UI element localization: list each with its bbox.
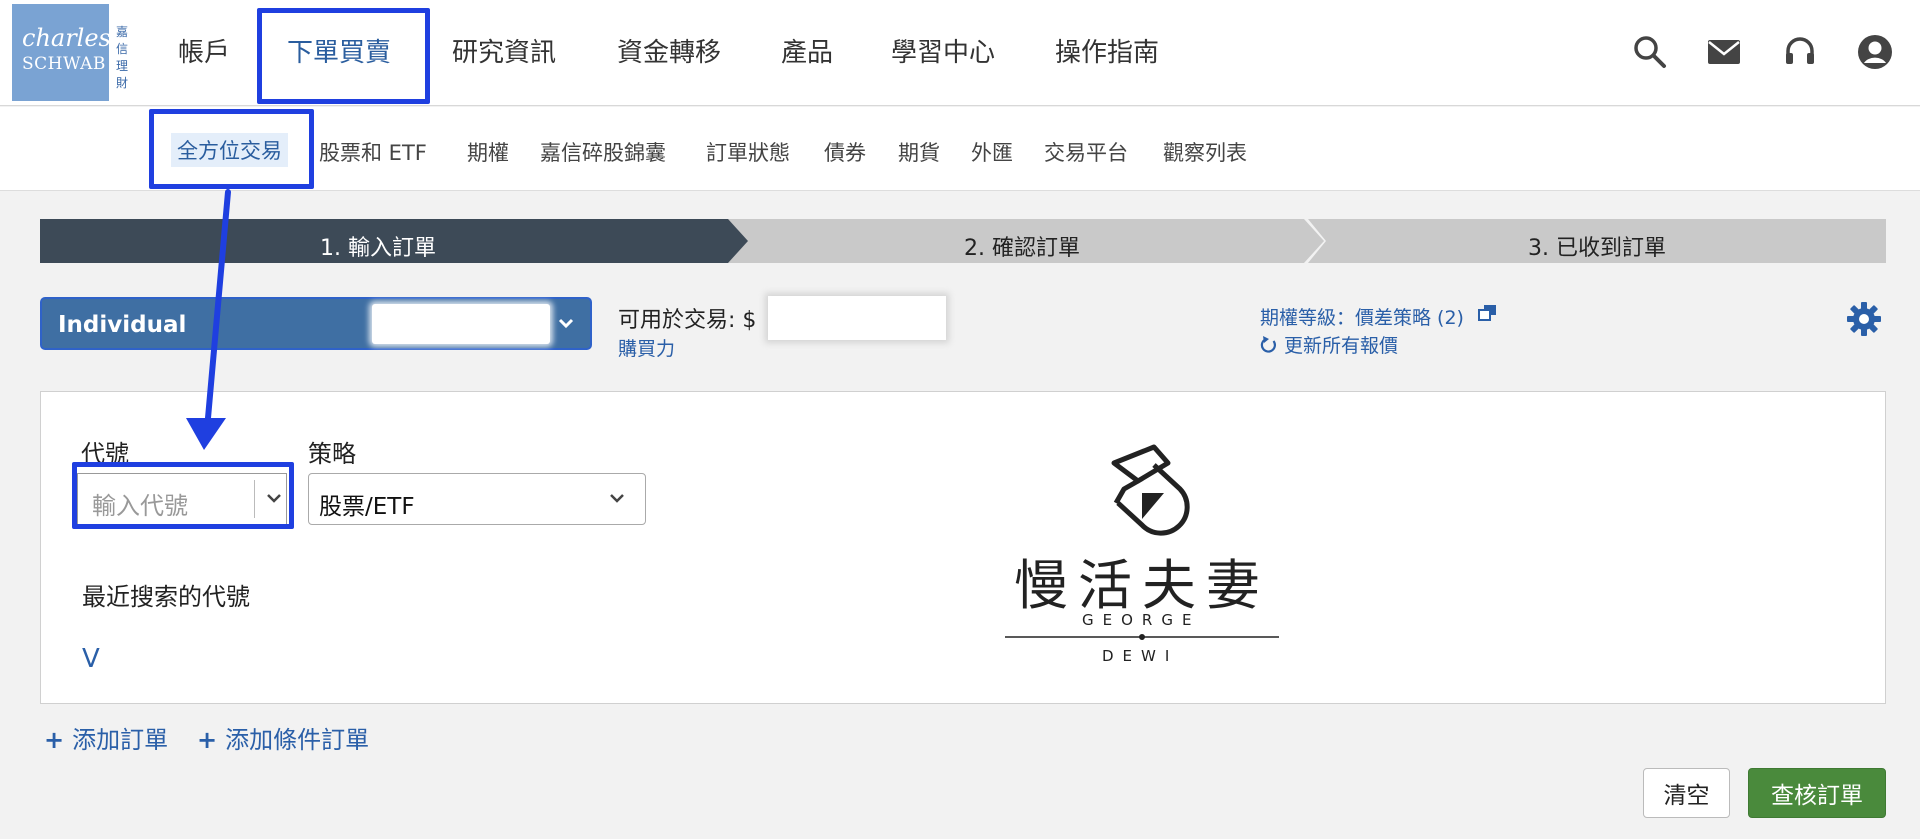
nav-item-research[interactable]: 研究資訊 [452,32,556,69]
add-conditional-order-link[interactable]: + 添加條件訂單 [197,720,369,755]
options-level-text: 期權等級：價差策略 (2) [1260,307,1464,329]
external-window-icon [1478,305,1497,321]
nav-item-transfer[interactable]: 資金轉移 [617,32,721,69]
buying-power-link[interactable]: 購買力 [618,334,675,361]
highlight-box-symbol [72,462,294,529]
logo-line1: charles [22,24,111,52]
step-3-label: 3. 已收到訂單 [1528,236,1666,261]
add-order-text: 添加訂單 [72,726,169,754]
add-conditional-text: 添加條件訂單 [225,726,370,754]
clear-button[interactable]: 清空 [1643,768,1730,818]
mail-icon[interactable] [1706,34,1742,70]
user-icon[interactable] [1857,34,1893,70]
nav-item-guide[interactable]: 操作指南 [1055,32,1159,69]
subnav-item-bonds[interactable]: 債券 [824,137,866,167]
recent-symbol-link[interactable]: V [82,644,100,674]
available-for-trading-label: 可用於交易: $ [618,308,757,333]
plus-icon: + [197,726,218,754]
options-level-link[interactable]: 期權等級：價差策略 (2) [1260,303,1498,330]
review-order-button[interactable]: 查核訂單 [1748,768,1886,818]
recent-symbols-label: 最近搜索的代號 [82,583,250,611]
subnav-item-futures[interactable]: 期貨 [898,137,940,167]
strategy-label: 策略 [308,440,356,468]
headset-icon[interactable] [1782,34,1818,70]
nav-item-account[interactable]: 帳戶 [178,32,230,69]
step-2-label: 2. 確認訂單 [964,236,1080,261]
chevron-down-icon [558,318,574,329]
watermark-title: 慢活夫妻 [1014,554,1270,617]
strategy-value: 股票/ETF [319,494,415,520]
account-number-redacted [372,304,550,344]
highlight-box-all-in-one [149,109,314,189]
account-selector[interactable]: Individual [40,297,592,350]
subnav-item-stocks-etf[interactable]: 股票和 ETF [319,137,427,167]
watermark-logo: 慢活夫妻 GEORGE DEWI [1004,441,1280,671]
search-icon[interactable] [1632,34,1668,70]
subnav-item-watchlist[interactable]: 觀察列表 [1163,137,1247,167]
available-amount-redacted [768,296,946,340]
add-order-link[interactable]: + 添加訂單 [44,720,168,755]
watermark-line1: GEORGE [1082,611,1201,629]
order-steps: 1. 輸入訂單 2. 確認訂單 3. 已收到訂單 [40,219,1886,263]
step-1-label: 1. 輸入訂單 [320,236,436,261]
chevron-down-icon [610,494,624,503]
strategy-select[interactable]: 股票/ETF [308,473,646,525]
refresh-quotes-text: 更新所有報價 [1284,335,1399,357]
subnav-item-platforms[interactable]: 交易平台 [1044,137,1128,167]
refresh-icon [1260,336,1276,353]
gear-icon[interactable] [1846,301,1882,337]
watermark-line2: DEWI [1102,647,1179,665]
logo-line2: SCHWAB [22,54,106,74]
subnav-item-forex[interactable]: 外匯 [971,137,1013,167]
subnav-item-fractional[interactable]: 嘉信碎股錦囊 [540,137,666,167]
nav-item-learning[interactable]: 學習中心 [891,32,995,69]
highlight-box-trade [257,8,430,104]
refresh-quotes-link[interactable]: 更新所有報價 [1260,331,1398,358]
logo-chinese: 嘉信理財 [116,25,129,90]
plus-icon: + [44,726,65,754]
account-name: Individual [58,312,187,338]
nav-item-products[interactable]: 產品 [781,32,833,69]
subnav-item-order-status[interactable]: 訂單狀態 [706,137,790,167]
subnav-item-options[interactable]: 期權 [467,137,509,167]
schwab-logo[interactable]: charles SCHWAB [12,4,111,101]
